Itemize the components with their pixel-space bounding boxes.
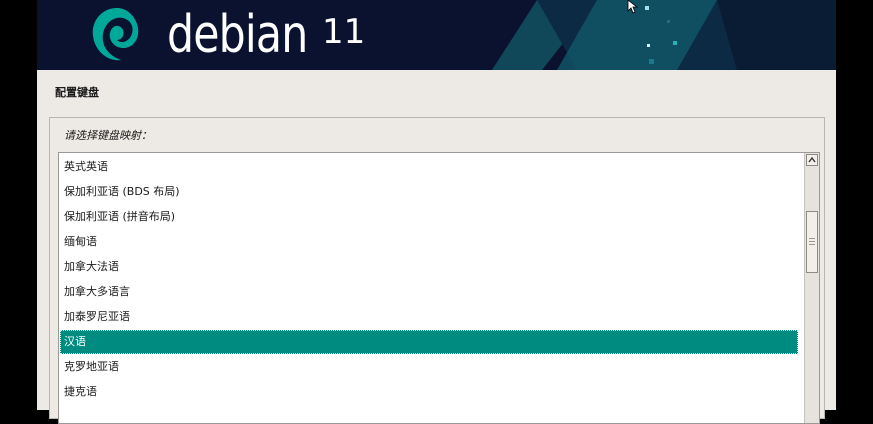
list-item[interactable]: 克罗地亚语	[60, 355, 798, 379]
installer-panel: 配置键盘 请选择键盘映射： 英式英语 保加利亚语 (BDS 布局) 保加利亚语 …	[37, 70, 836, 424]
page-title: 配置键盘	[55, 86, 99, 99]
keymap-group: 请选择键盘映射： 英式英语 保加利亚语 (BDS 布局) 保加利亚语 (拼音布局…	[49, 117, 825, 424]
keymap-prompt: 请选择键盘映射：	[64, 129, 152, 142]
list-scrollbar[interactable]	[804, 153, 819, 423]
debian-swirl-icon	[92, 8, 139, 61]
list-item[interactable]: 加拿大法语	[60, 255, 798, 279]
list-item[interactable]: 保加利亚语 (BDS 布局)	[60, 180, 798, 204]
list-item[interactable]: 捷克语	[60, 380, 798, 404]
scroll-thumb[interactable]	[806, 211, 818, 273]
debian-version: 11	[322, 12, 366, 52]
list-item[interactable]: 加泰罗尼亚语	[60, 305, 798, 329]
debian-banner: debian 11	[37, 0, 836, 70]
mouse-cursor-icon	[627, 0, 639, 14]
list-item-selected[interactable]: 汉语	[60, 330, 798, 354]
debian-logo-text: debian	[167, 5, 308, 65]
list-item[interactable]: 英式英语	[60, 155, 798, 179]
chevron-up-icon	[808, 157, 816, 163]
list-item[interactable]: 加拿大多语言	[60, 280, 798, 304]
list-item[interactable]: 保加利亚语 (拼音布局)	[60, 205, 798, 229]
banner-graphics	[492, 0, 836, 70]
scroll-up-button[interactable]	[806, 154, 818, 166]
list-item[interactable]: 缅甸语	[60, 230, 798, 254]
keymap-list[interactable]: 英式英语 保加利亚语 (BDS 布局) 保加利亚语 (拼音布局) 缅甸语 加拿大…	[58, 152, 820, 424]
